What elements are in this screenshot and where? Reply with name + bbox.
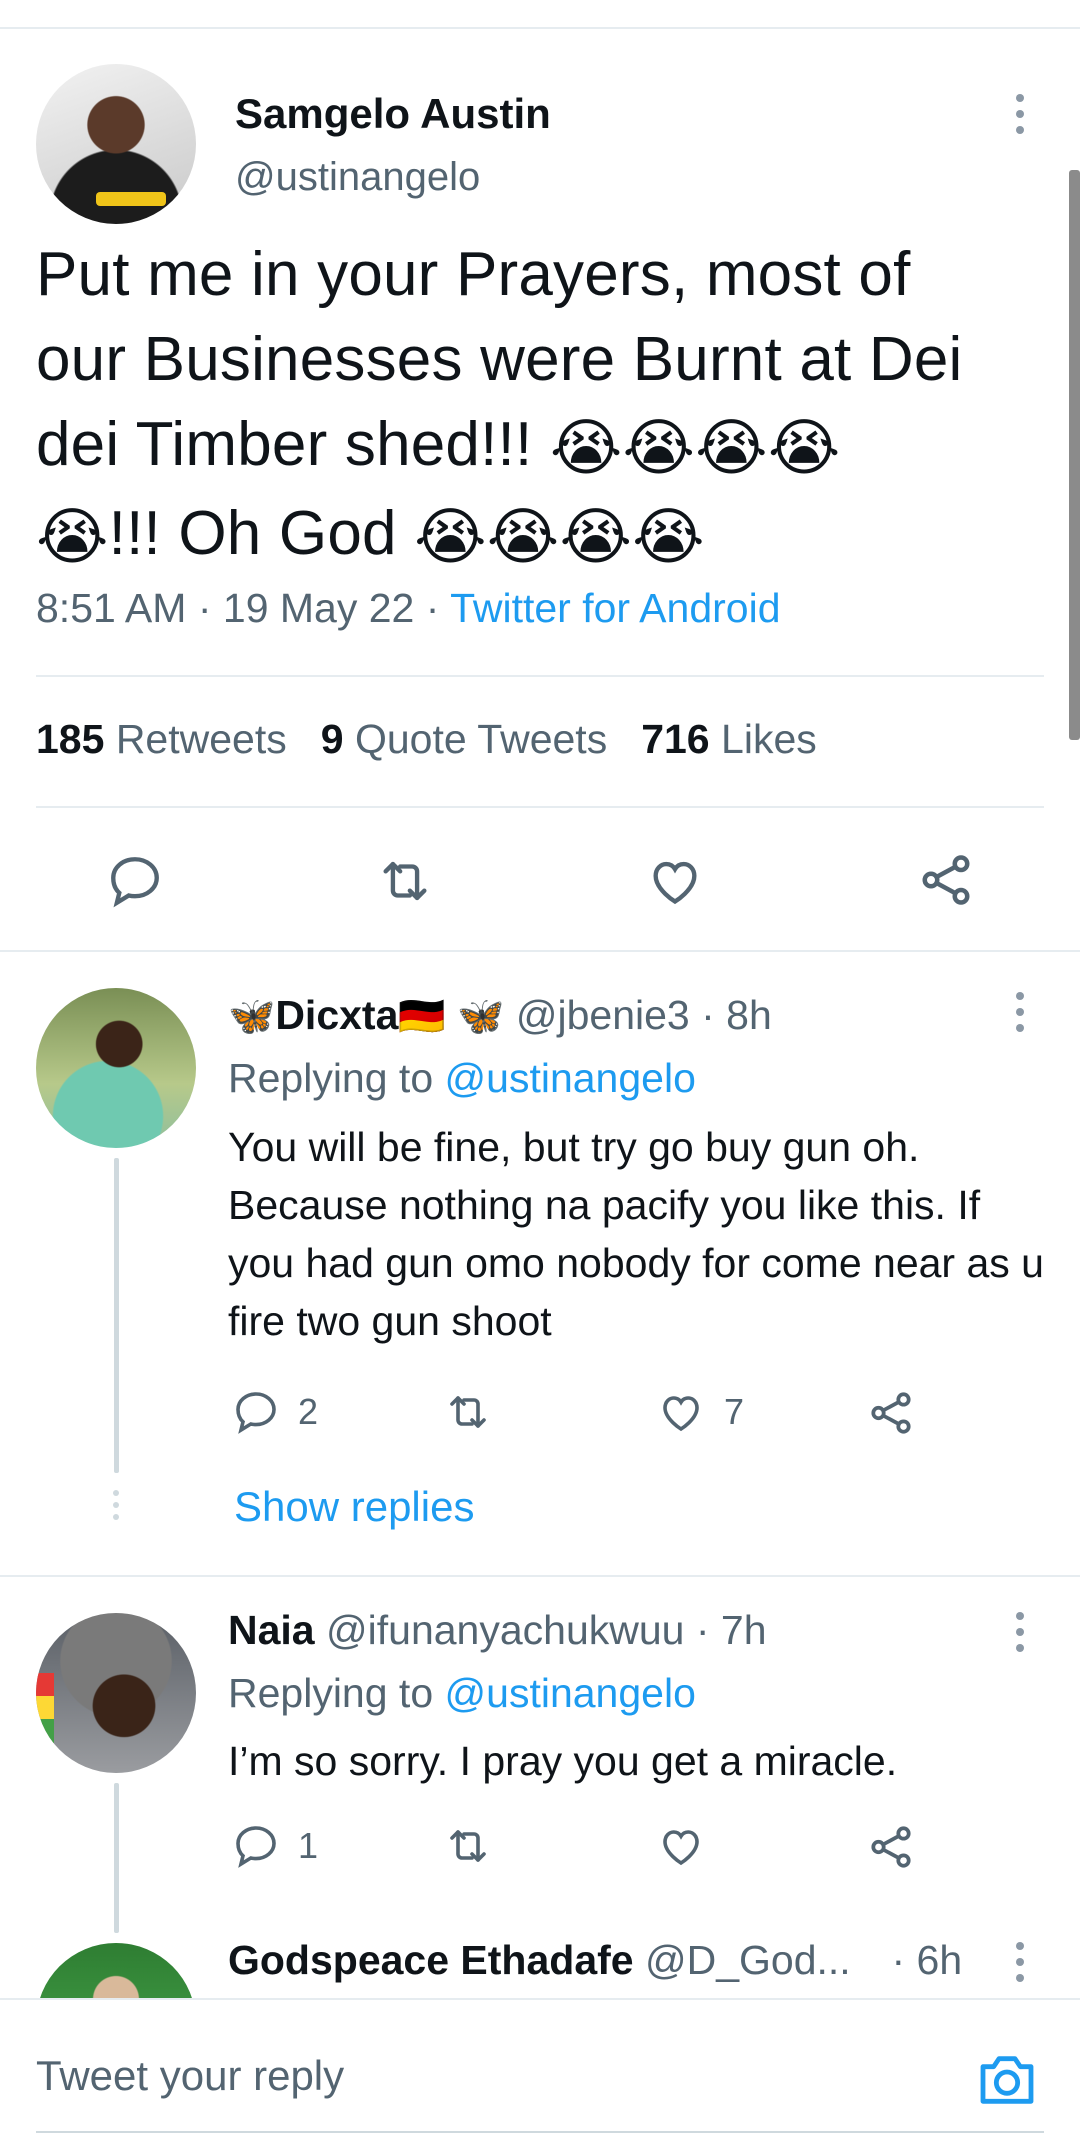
share-icon: [871, 1392, 911, 1434]
like-icon: [663, 1396, 699, 1432]
crying-emoji: 😭: [414, 503, 487, 573]
reply-author-handle: @jbenie3: [515, 992, 690, 1038]
quotes-stat[interactable]: 9 Quote Tweets: [321, 716, 607, 762]
divider: [36, 806, 1044, 808]
retweet-button[interactable]: [442, 1822, 494, 1870]
crying-emoji: 😭: [632, 503, 705, 573]
share-icon: [871, 1826, 911, 1868]
share-button[interactable]: [866, 1388, 916, 1438]
share-button[interactable]: [866, 1822, 916, 1872]
more-options-icon[interactable]: [1014, 94, 1026, 134]
crying-emoji: 😭: [622, 414, 696, 484]
thread-line: [114, 1783, 119, 1933]
more-options-icon[interactable]: [1014, 992, 1026, 1032]
crying-emoji: 😭: [36, 503, 109, 573]
thread-dots: [111, 1490, 121, 1520]
like-button[interactable]: 7: [656, 1388, 744, 1436]
crying-emoji: 😭: [549, 414, 623, 484]
crying-emoji: 😭: [486, 503, 560, 573]
like-icon: [663, 1830, 699, 1866]
divider: [0, 950, 1080, 952]
replying-to: Replying to @ustinangelo: [228, 1055, 696, 1101]
like-icon[interactable]: [645, 852, 705, 910]
reply-author-name: Dicxta: [275, 992, 399, 1038]
mention-link[interactable]: @ustinangelo: [445, 1670, 696, 1716]
more-options-icon[interactable]: [1014, 1942, 1026, 1982]
reply-time: · 8h: [701, 992, 772, 1038]
reply-time: · 7h: [695, 1607, 767, 1653]
top-divider: [0, 27, 1080, 29]
composer-divider: [0, 1998, 1080, 2000]
crying-emoji: 😭: [559, 503, 633, 573]
retweets-stat[interactable]: 185 Retweets: [36, 716, 287, 762]
tweet-text: Put me in your Prayers, most of our Busi…: [36, 232, 1046, 580]
reply-author-handle: @ifunanyachukwuu: [326, 1607, 685, 1653]
composer-underline: [36, 2131, 1044, 2133]
tweet-source-link[interactable]: Twitter for Android: [450, 585, 780, 631]
retweet-icon[interactable]: [374, 852, 436, 910]
reply-count: 1: [298, 1825, 319, 1866]
tweet-date: 19 May 22: [222, 585, 415, 631]
like-button[interactable]: [656, 1822, 706, 1870]
crying-emoji: 😭: [695, 414, 768, 484]
tweet-text-line: 😭!!! Oh God 😭😭😭😭: [36, 491, 1046, 580]
reply-icon: [236, 1826, 276, 1868]
tweet-meta: 8:51 AM · 19 May 22 · Twitter for Androi…: [36, 585, 781, 631]
reply-header[interactable]: Godspeace Ethadafe @D_God... · 6h: [228, 1937, 962, 1984]
retweet-icon: [450, 1830, 486, 1862]
reply-button[interactable]: 2: [232, 1388, 318, 1436]
butterfly-emoji: 🦋: [457, 996, 505, 1038]
avatar[interactable]: [36, 1613, 196, 1773]
more-options-icon[interactable]: [1014, 1612, 1026, 1652]
butterfly-emoji: 🦋: [228, 996, 276, 1038]
crying-emoji: 😭: [767, 414, 841, 484]
camera-icon[interactable]: [975, 2050, 1039, 2115]
reply-icon: [236, 1392, 276, 1434]
share-icon[interactable]: [916, 850, 976, 910]
divider: [36, 675, 1044, 677]
germany-flag-emoji: 🇩🇪: [398, 996, 446, 1038]
tweet-stats: 185 Retweets 9 Quote Tweets 716 Likes: [36, 716, 817, 763]
reply-time: · 6h: [891, 1937, 963, 1983]
reply-input[interactable]: Tweet your reply: [36, 2052, 344, 2100]
retweet-button[interactable]: [442, 1388, 494, 1436]
replying-to: Replying to @ustinangelo: [228, 1670, 696, 1716]
reply-icon[interactable]: [106, 852, 164, 910]
show-replies-link[interactable]: Show replies: [234, 1483, 474, 1531]
mention-link[interactable]: @ustinangelo: [445, 1055, 696, 1101]
author-handle[interactable]: @ustinangelo: [235, 155, 480, 200]
tweet-text-line: our Businesses were Burnt at Dei: [36, 325, 963, 394]
like-count: 7: [724, 1391, 745, 1432]
author-name[interactable]: Samgelo Austin: [235, 90, 551, 138]
tweet-text-line: dei Timber shed!!! 😭😭😭😭: [36, 402, 1046, 491]
tweet-time: 8:51 AM: [36, 585, 187, 631]
likes-stat[interactable]: 716 Likes: [641, 716, 817, 762]
thread-line: [114, 1158, 119, 1473]
author-avatar[interactable]: [36, 64, 196, 224]
reply-button[interactable]: 1: [232, 1822, 318, 1870]
reply-text: You will be fine, but try go buy gun oh.…: [228, 1124, 1044, 1344]
reply-count: 2: [298, 1391, 319, 1432]
reply-author-name: Naia: [228, 1607, 315, 1653]
retweet-icon: [450, 1396, 486, 1428]
reply-header[interactable]: 🦋Dicxta🇩🇪 🦋 @jbenie3 · 8h: [228, 992, 772, 1039]
tweet-text-line: Put me in your Prayers, most of: [36, 240, 911, 309]
reply-header[interactable]: Naia @ifunanyachukwuu · 7h: [228, 1607, 767, 1654]
divider: [0, 1575, 1080, 1577]
scrollbar[interactable]: [1069, 170, 1080, 740]
avatar[interactable]: [36, 988, 196, 1148]
reply-author-name: Godspeace Ethadafe: [228, 1937, 634, 1983]
reply-text: I’m so sorry. I pray you get a miracle.: [228, 1738, 898, 1784]
reply-author-handle: @D_God...: [644, 1937, 851, 1983]
